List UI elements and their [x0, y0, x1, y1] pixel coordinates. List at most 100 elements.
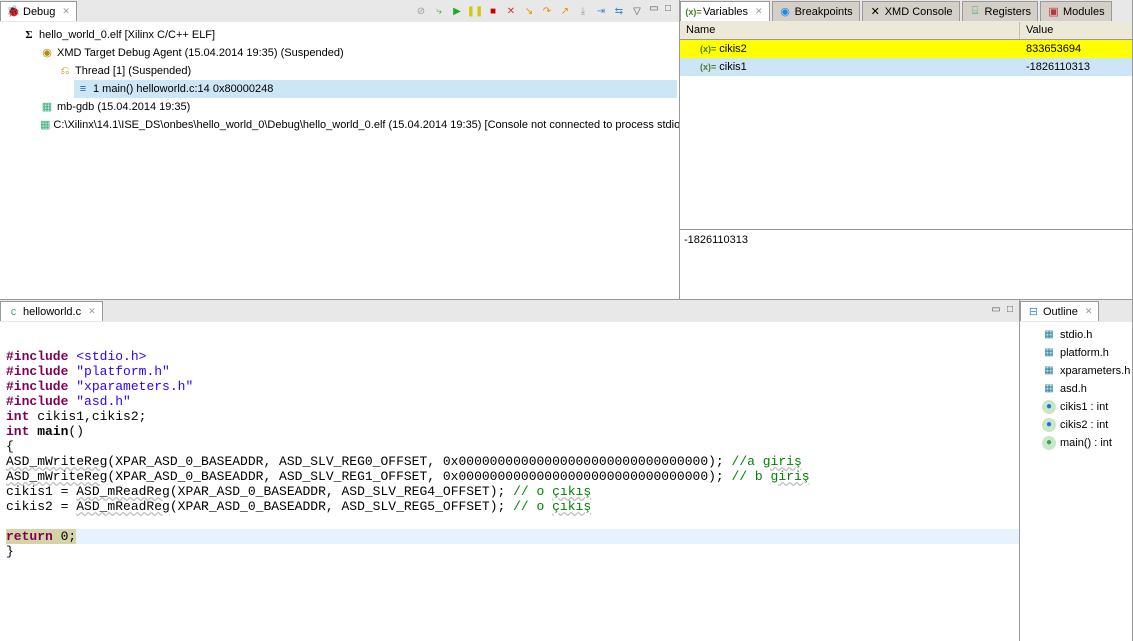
tree-item-target[interactable]: ◉ XMD Target Debug Agent (15.04.2014 19:…	[38, 44, 677, 62]
c-file-icon: c	[7, 305, 20, 318]
tree-item-gdb[interactable]: ▦ mb-gdb (15.04.2014 19:35)	[38, 98, 677, 116]
outline-item-label: platform.h	[1060, 344, 1109, 362]
col-header-value[interactable]: Value	[1020, 22, 1132, 39]
suspend-icon[interactable]: ❚❚	[467, 3, 483, 19]
code-comment: // o	[513, 484, 552, 499]
resume-icon[interactable]: ▶	[449, 3, 465, 19]
target-icon: ◉	[40, 46, 54, 60]
tab-xmd-console[interactable]: ✕ XMD Console	[862, 1, 960, 21]
variable-icon: (x)=	[700, 62, 716, 72]
registers-icon: ⌸	[969, 5, 982, 18]
code-macro: ASD_mWriteReg	[6, 454, 107, 469]
tab-registers[interactable]: ⌸ Registers	[962, 1, 1038, 21]
code-macro: ASD_mWriteReg	[6, 469, 107, 484]
col-header-name[interactable]: Name	[680, 22, 1020, 39]
tab-editor-file[interactable]: c helloworld.c ✕	[0, 301, 103, 321]
outline-item[interactable]: ▦ asd.h	[1022, 380, 1130, 398]
code-text: }	[6, 544, 14, 559]
tab-outline[interactable]: ⊟ Outline ✕	[1020, 301, 1099, 321]
code-include: "xparameters.h"	[76, 379, 193, 394]
outline-item[interactable]: ● cikis1 : int	[1022, 398, 1130, 416]
tab-label: XMD Console	[885, 6, 953, 18]
terminate-icon[interactable]: ■	[485, 3, 501, 19]
close-icon[interactable]: ✕	[755, 6, 763, 17]
code-keyword: #include	[6, 394, 68, 409]
tab-modules[interactable]: ▣ Modules	[1040, 1, 1112, 21]
close-icon[interactable]: ✕	[88, 306, 96, 317]
step-return-icon[interactable]: ↗	[557, 3, 573, 19]
drop-frame-icon[interactable]: ⤓	[575, 3, 591, 19]
source-editor[interactable]: #include <stdio.h> #include "platform.h"…	[0, 322, 1019, 641]
minimize-icon[interactable]: ▭	[647, 3, 661, 17]
code-include: "asd.h"	[76, 394, 131, 409]
variable-name: cikis1	[719, 61, 747, 73]
close-icon[interactable]: ✕	[1085, 306, 1093, 317]
variable-value: -1826110313	[1020, 61, 1132, 73]
tree-item-label: Thread [1] (Suspended)	[75, 62, 191, 80]
outline-item-label: cikis1 : int	[1060, 398, 1108, 416]
tree-item-stackframe[interactable]: ≡ 1 main() helloworld.c:14 0x80000248	[74, 80, 677, 98]
minimize-icon[interactable]: ▭	[989, 304, 1003, 318]
variable-icon: ●	[1042, 400, 1056, 414]
process-icon: ▦	[40, 118, 50, 132]
step-over-icon[interactable]: ↷	[539, 3, 555, 19]
code-comment: çıkış	[552, 484, 591, 499]
outline-item-label: stdio.h	[1060, 326, 1092, 344]
close-icon[interactable]: ✕	[62, 6, 70, 17]
code-text: (XPAR_ASD_0_BASEADDR, ASD_SLV_REG4_OFFSE…	[170, 484, 513, 499]
tab-variables[interactable]: (x)= Variables ✕	[680, 1, 770, 21]
outline-item[interactable]: ▦ xparameters.h	[1022, 362, 1130, 380]
code-include: "platform.h"	[76, 364, 170, 379]
outline-tree[interactable]: ▦ stdio.h ▦ platform.h ▦ xparameters.h ▦…	[1020, 322, 1132, 641]
view-menu-icon[interactable]: ▽	[629, 3, 645, 19]
code-text: (XPAR_ASD_0_BASEADDR, ASD_SLV_REG0_OFFSE…	[107, 454, 731, 469]
tab-breakpoints[interactable]: ◉ Breakpoints	[772, 1, 860, 21]
tab-debug[interactable]: 🐞 Debug ✕	[0, 1, 77, 21]
outline-panel: ⊟ Outline ✕ ▦ stdio.h ▦ platform.h ▦ xpa…	[1020, 300, 1133, 641]
stackframe-icon: ≡	[76, 82, 90, 96]
header-icon: ▦	[1042, 328, 1056, 342]
code-include: <stdio.h>	[76, 349, 146, 364]
function-icon: ●	[1042, 436, 1056, 450]
editor-panel: c helloworld.c ✕ ▭ □ #include <stdio.h> …	[0, 300, 1020, 641]
debug-tree[interactable]: Σ hello_world_0.elf [Xilinx C/C++ ELF] ◉…	[0, 22, 679, 299]
code-text: cikis1,cikis2;	[29, 409, 146, 424]
code-comment: // b	[732, 469, 771, 484]
connect-icon[interactable]: ⤷	[431, 3, 447, 19]
variables-icon: (x)=	[687, 5, 700, 18]
step-into-icon[interactable]: ↘	[521, 3, 537, 19]
editor-tabbar: c helloworld.c ✕ ▭ □	[0, 300, 1019, 322]
tree-item-label: hello_world_0.elf [Xilinx C/C++ ELF]	[39, 26, 215, 44]
variable-row[interactable]: (x)= cikis1 -1826110313	[680, 58, 1132, 76]
outline-item[interactable]: ● main() : int	[1022, 434, 1130, 452]
code-comment: // o	[513, 499, 552, 514]
code-comment: //a	[732, 454, 763, 469]
code-macro: ASD_mReadReg	[76, 484, 170, 499]
variables-body[interactable]: (x)= cikis2 833653694 (x)= cikis1 -18261…	[680, 40, 1132, 229]
outline-item[interactable]: ▦ platform.h	[1022, 344, 1130, 362]
maximize-icon[interactable]: □	[1003, 304, 1017, 318]
maximize-icon[interactable]: □	[661, 3, 675, 17]
remove-terminated-icon[interactable]: ⊘	[413, 3, 429, 19]
variable-row[interactable]: (x)= cikis2 833653694	[680, 40, 1132, 58]
outline-item[interactable]: ▦ stdio.h	[1022, 326, 1130, 344]
code-keyword: #include	[6, 379, 68, 394]
outline-item-label: main() : int	[1060, 434, 1112, 452]
tab-editor-label: helloworld.c	[23, 306, 81, 318]
tree-item-label: 1 main() helloworld.c:14 0x80000248	[93, 80, 273, 98]
xmd-icon: ✕	[869, 5, 882, 18]
code-text: main	[29, 424, 68, 439]
outline-icon: ⊟	[1027, 305, 1040, 318]
tree-item-elf[interactable]: Σ hello_world_0.elf [Xilinx C/C++ ELF]	[20, 26, 677, 44]
disconnect-icon[interactable]: ✕	[503, 3, 519, 19]
tree-item-console[interactable]: ▦ C:\Xilinx\14.1\ISE_DS\onbes\hello_worl…	[38, 116, 677, 134]
outline-item[interactable]: ● cikis2 : int	[1022, 416, 1130, 434]
tab-variables-label: Variables	[703, 6, 748, 18]
toggle-icon[interactable]: ⇆	[611, 3, 627, 19]
tab-label: Modules	[1063, 6, 1105, 18]
step-filter-icon[interactable]: ⇥	[593, 3, 609, 19]
debug-toolbar: ⊘ ⤷ ▶ ❚❚ ■ ✕ ↘ ↷ ↗ ⤓ ⇥ ⇆ ▽ ▭ □	[413, 3, 679, 19]
code-keyword: return	[6, 529, 53, 544]
tree-item-thread[interactable]: ⎌ Thread [1] (Suspended)	[56, 62, 677, 80]
code-comment: giriş	[771, 469, 810, 484]
